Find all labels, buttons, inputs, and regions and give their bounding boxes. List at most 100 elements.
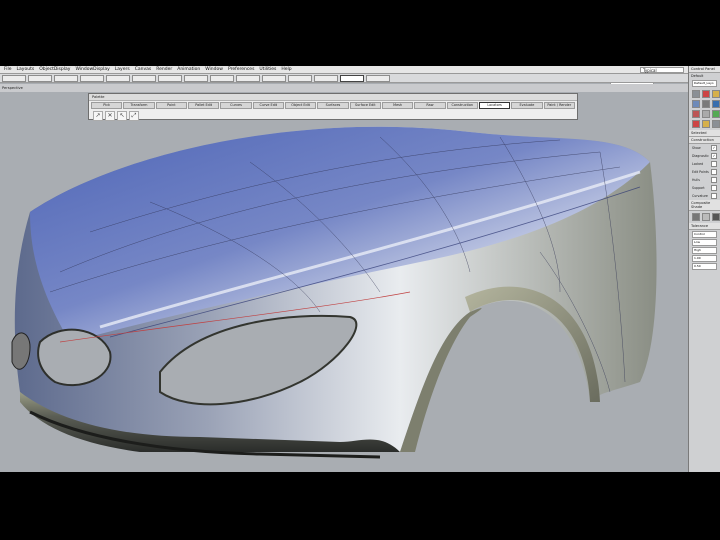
tool-icon[interactable] [712, 90, 720, 98]
palette-title: Palette [89, 94, 577, 101]
shelf-button[interactable] [210, 74, 234, 82]
shelf-button[interactable] [184, 74, 208, 82]
tab-object-edit[interactable]: Object Edit [284, 102, 317, 109]
tab-curve-edit[interactable]: Curve Edit [252, 102, 284, 109]
checkbox[interactable] [711, 185, 717, 191]
menu-help[interactable]: Help [281, 67, 291, 72]
app-window: File Layouts ObjectDisplay WindowDisplay… [0, 66, 720, 472]
tool-icon[interactable] [702, 90, 710, 98]
tab-point[interactable]: Point [155, 102, 187, 109]
tab-surface-edit[interactable]: Surface Edit [349, 102, 381, 109]
shelf-button[interactable] [158, 74, 182, 82]
tab-surfaces[interactable]: Surfaces [317, 102, 349, 109]
tab-pick[interactable]: Pick [91, 102, 123, 109]
tolerance-field[interactable]: 0.50 [692, 263, 717, 270]
tolerance-field[interactable]: Control [692, 231, 717, 238]
shelf-button[interactable] [106, 74, 130, 82]
palette-tool-icons: ↗ ✕ ↖ ⤢ [89, 110, 577, 122]
toggle-label: Edit Points [692, 170, 709, 174]
shade-icon[interactable] [702, 213, 710, 221]
tool-icon[interactable] [702, 110, 710, 118]
toggle-label: Diagnostic [692, 154, 709, 158]
menu-animation[interactable]: Animation [177, 67, 200, 72]
tab-paint-render[interactable]: Paint / Render [543, 102, 575, 109]
construction-section[interactable]: Construction [689, 137, 720, 144]
layout-field[interactable]: Typical [640, 67, 684, 73]
view-subbar: Perspective [0, 84, 688, 92]
menu-preferences[interactable]: Preferences [228, 67, 254, 72]
shelf-button[interactable] [2, 74, 26, 82]
checkbox[interactable]: ✓ [711, 153, 717, 159]
toggle-support[interactable]: Support [689, 184, 720, 192]
checkbox[interactable] [711, 169, 717, 175]
tool-icon[interactable] [702, 100, 710, 108]
toggle-edit-points[interactable]: Edit Points [689, 168, 720, 176]
checkbox[interactable] [711, 193, 717, 199]
tab-curves[interactable]: Curves [220, 102, 252, 109]
toggle-curvature[interactable]: Curvature [689, 192, 720, 200]
tool-icon[interactable] [702, 120, 710, 128]
shelf-button[interactable] [288, 74, 312, 82]
shelf-button[interactable] [314, 74, 338, 82]
expand-icon[interactable]: ⤢ [129, 111, 139, 121]
menu-layouts[interactable]: Layouts [17, 67, 35, 72]
tool-icon[interactable] [712, 110, 720, 118]
shelf-button[interactable] [54, 74, 78, 82]
shade-icon[interactable] [712, 213, 720, 221]
tool-icon[interactable] [692, 110, 700, 118]
menu-file[interactable]: File [4, 67, 12, 72]
tolerance-section[interactable]: Tolerance [689, 223, 720, 230]
tolerance-field[interactable]: 1.00 [692, 255, 717, 262]
toggle-label: Support [692, 186, 705, 190]
shade-icon[interactable] [692, 213, 700, 221]
shelf-button[interactable] [262, 74, 286, 82]
tab-pallet-edit[interactable]: Pallet Edit [187, 102, 220, 109]
tab-mesh[interactable]: Mesh [381, 102, 414, 109]
layout-name-field[interactable]: Default_Layo [692, 80, 717, 87]
toggle-label: Locked [692, 162, 704, 166]
default-label: Default [691, 74, 704, 78]
menu-layers[interactable]: Layers [115, 67, 130, 72]
composite-shade-section[interactable]: Composite Shade [689, 200, 720, 211]
toggle-label: Curvature [692, 194, 708, 198]
shelf-button[interactable] [80, 74, 104, 82]
tab-locators[interactable]: Locators [478, 102, 511, 109]
shelf-toolbar: Multiplicity Lab [0, 74, 688, 89]
arrow-back-icon[interactable]: ↖ [117, 111, 127, 121]
menu-utilities[interactable]: Utilities [259, 67, 276, 72]
menu-bar: File Layouts ObjectDisplay WindowDisplay… [0, 66, 688, 74]
menu-canvas[interactable]: Canvas [135, 67, 152, 72]
toggle-diagnostic[interactable]: Diagnostic ✓ [689, 152, 720, 160]
shelf-button[interactable] [366, 74, 390, 82]
tab-raw[interactable]: Raw [414, 102, 446, 109]
tab-evaluate[interactable]: Evaluate [511, 102, 543, 109]
tool-icon[interactable] [692, 90, 700, 98]
toggle-hulls[interactable]: Hulls [689, 176, 720, 184]
tolerance-field[interactable]: High [692, 247, 717, 254]
shelf-button[interactable] [236, 74, 260, 82]
palette-tabs: Pick Transform Point Pallet Edit Curves … [89, 101, 577, 110]
menu-window[interactable]: Window [205, 67, 223, 72]
tab-construction[interactable]: Construction [446, 102, 478, 109]
checkbox[interactable] [711, 177, 717, 183]
tool-icon[interactable] [692, 100, 700, 108]
tool-icon[interactable] [712, 120, 720, 128]
shelf-button[interactable] [132, 74, 156, 82]
shelf-button[interactable] [28, 74, 52, 82]
cross-icon[interactable]: ✕ [105, 111, 115, 121]
menu-objectdisplay[interactable]: ObjectDisplay [39, 67, 70, 72]
shelf-button-active[interactable] [340, 74, 364, 82]
checkbox[interactable] [711, 161, 717, 167]
checkbox[interactable]: ✓ [711, 145, 717, 151]
tool-icon[interactable] [712, 100, 720, 108]
tool-icon[interactable] [692, 120, 700, 128]
tolerance-field[interactable]: Low [692, 239, 717, 246]
3d-viewport[interactable] [0, 92, 688, 472]
menu-windowdisplay[interactable]: WindowDisplay [75, 67, 109, 72]
selected-section[interactable]: Selected [689, 130, 720, 137]
tab-transform[interactable]: Transform [123, 102, 155, 109]
toggle-show[interactable]: Show ✓ [689, 144, 720, 152]
menu-render[interactable]: Render [156, 67, 172, 72]
toggle-locked[interactable]: Locked [689, 160, 720, 168]
arrow-icon[interactable]: ↗ [93, 111, 103, 121]
